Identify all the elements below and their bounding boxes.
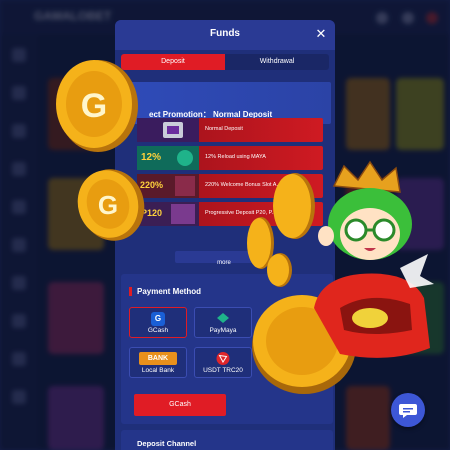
- deposit-channel-card: Deposit Channel: [121, 430, 333, 450]
- gold-coin-icon: [267, 253, 292, 287]
- section-accent: [129, 287, 132, 296]
- svg-text:G: G: [81, 87, 107, 125]
- confirm-payment-button[interactable]: GCash: [134, 394, 226, 416]
- chat-button[interactable]: [391, 393, 425, 427]
- gold-coin-icon: G: [56, 60, 138, 152]
- payment-option-label: GCash: [147, 327, 169, 334]
- promotion-thumbnail-text: 12%: [141, 152, 162, 163]
- modal-header: Funds ✕: [115, 20, 335, 50]
- gcash-icon: G: [151, 312, 165, 326]
- payment-method-title: Payment Method: [137, 287, 202, 296]
- promotion-row-reload-maya[interactable]: 12% 12% Reload using MAYA: [137, 146, 323, 170]
- more-label: more: [217, 260, 231, 266]
- svg-text:G: G: [98, 190, 118, 220]
- payment-option-label: USDT TRC20: [203, 367, 243, 374]
- modal-title: Funds: [210, 28, 240, 39]
- mascot-kart-character-icon: [314, 160, 434, 358]
- close-button[interactable]: ✕: [313, 26, 329, 42]
- payment-option-label: PayMaya: [209, 327, 237, 334]
- deposit-channel-title: Deposit Channel: [137, 439, 197, 448]
- payment-option-local-bank[interactable]: BANK Local Bank: [129, 347, 187, 378]
- funds-tabs: Deposit Withdrawal: [121, 54, 329, 70]
- bank-icon: BANK: [139, 352, 177, 365]
- payment-option-paymaya[interactable]: PayMaya: [194, 307, 252, 338]
- chat-bubble-icon: [399, 404, 417, 418]
- promotion-row-label: Normal Deposit: [205, 126, 243, 132]
- promotion-thumbnail: [137, 118, 199, 142]
- promotion-row-label: 12% Reload using MAYA: [205, 154, 266, 160]
- paymaya-icon: [217, 313, 229, 323]
- payment-option-label: Local Bank: [141, 367, 175, 374]
- payment-option-gcash[interactable]: G GCash: [129, 307, 187, 338]
- tab-withdrawal[interactable]: Withdrawal: [225, 54, 329, 70]
- gold-coin-icon: G: [77, 169, 145, 241]
- tron-icon: [216, 352, 230, 365]
- payment-option-usdt-trc20[interactable]: USDT TRC20: [194, 347, 252, 378]
- promotion-row-normal-deposit[interactable]: Normal Deposit: [137, 118, 323, 142]
